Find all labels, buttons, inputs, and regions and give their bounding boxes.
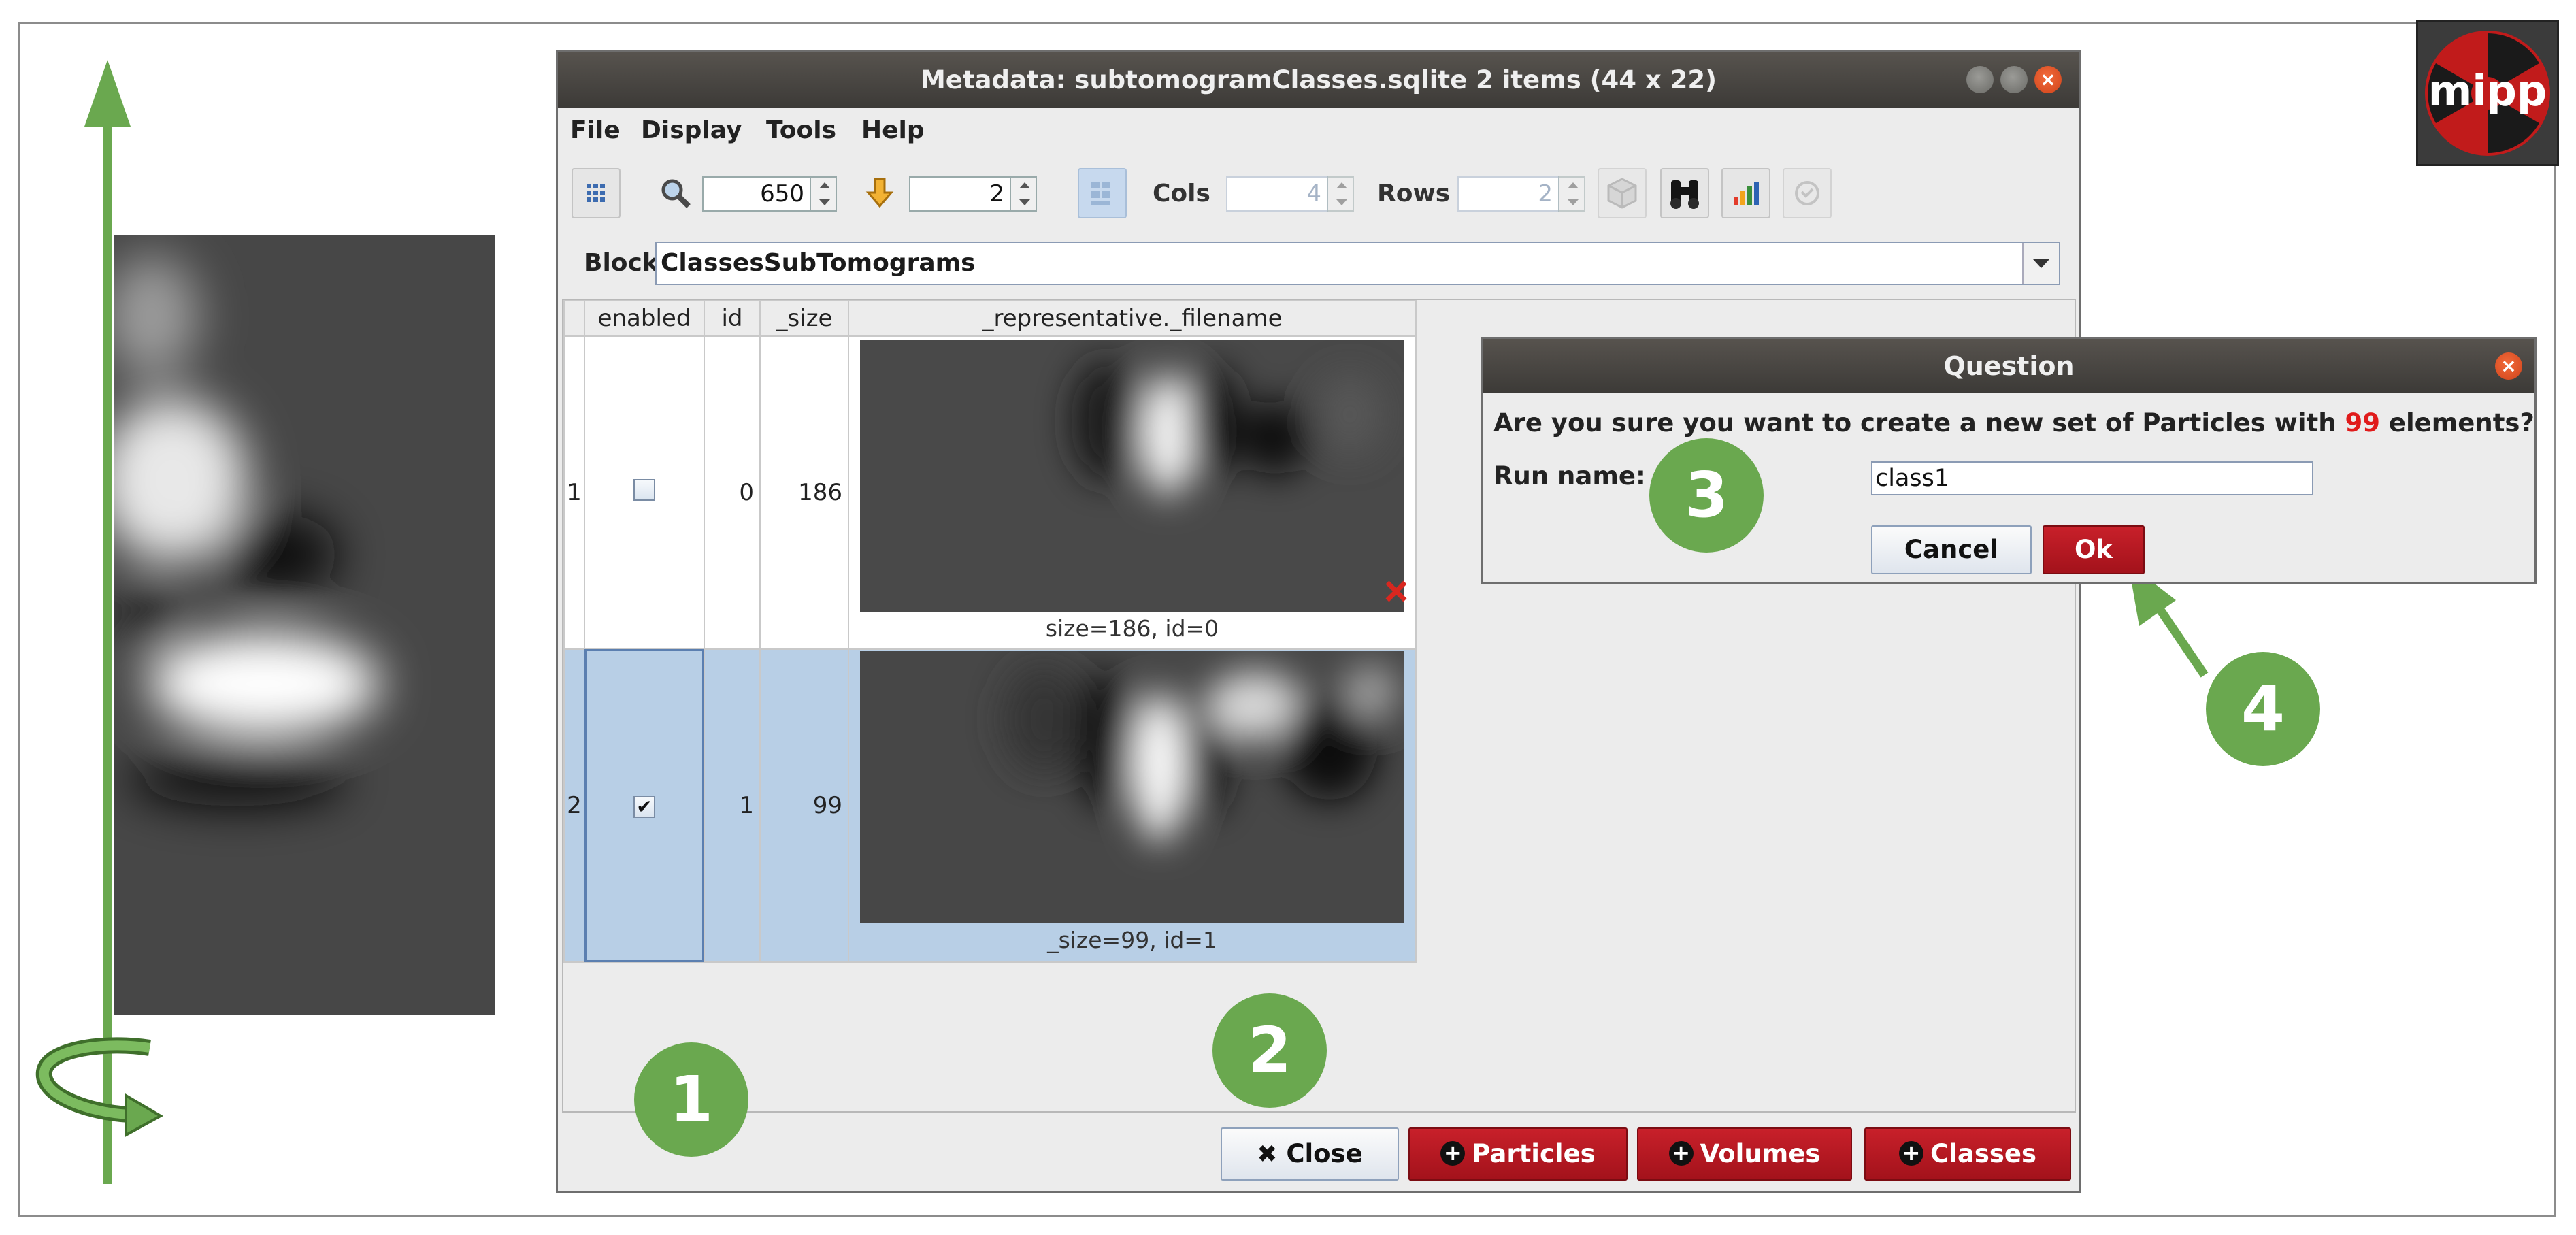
window-titlebar[interactable]: Metadata: subtomogramClasses.sqlite 2 it… (558, 52, 2079, 108)
question-dialog: Question × Are you sure you want to crea… (1481, 337, 2537, 584)
window-title: Metadata: subtomogramClasses.sqlite 2 it… (920, 65, 1717, 95)
particles-button[interactable]: + Particles (1408, 1127, 1628, 1181)
statistics-button[interactable] (1721, 168, 1770, 218)
menu-tools[interactable]: Tools (766, 108, 836, 153)
rows-label: Rows (1377, 180, 1451, 208)
menu-help[interactable]: Help (861, 108, 925, 153)
goto-icon (865, 178, 894, 208)
enabled-checkbox[interactable]: ✔ (633, 796, 655, 818)
mipp-logo: mipp (2416, 20, 2559, 166)
representative-cell[interactable]: size=186, id=0 (848, 335, 1417, 650)
projection-image (114, 235, 495, 1015)
table-header: enabled id _size _representative._filena… (563, 300, 1417, 337)
cube-icon (1607, 178, 1637, 209)
plus-icon: + (1899, 1140, 1924, 1166)
run-name-input[interactable]: class1 (1871, 461, 2313, 495)
row-number: 1 (563, 335, 585, 650)
size-cell: 186 (759, 335, 849, 650)
classes-button[interactable]: + Classes (1864, 1127, 2071, 1181)
thumbnail-caption: size=186, id=0 (1045, 615, 1219, 642)
refresh-button[interactable] (1783, 168, 1832, 218)
zoom-stepper[interactable] (810, 176, 837, 212)
3d-view-button[interactable] (1598, 168, 1647, 218)
close-x-icon: ✖ (1257, 1140, 1278, 1168)
question-count: 99 (2345, 408, 2380, 438)
thumbnail-caption: _size=99, id=1 (1047, 927, 1217, 953)
column-header-enabled[interactable]: enabled (584, 300, 705, 337)
menubar: File Display Tools Help (558, 108, 2079, 153)
enabled-cell[interactable]: ✔ (584, 648, 705, 963)
id-cell: 0 (704, 335, 761, 650)
table-row[interactable]: 1 0 186 size=186, id=0 (563, 335, 1417, 650)
step-badge-4: 4 (2206, 652, 2320, 766)
cols-label: Cols (1153, 180, 1210, 208)
question-suffix: elements? (2388, 408, 2534, 438)
run-name-label: Run name: (1493, 461, 1646, 491)
close-x-icon (1385, 580, 1407, 602)
find-button[interactable] (1660, 168, 1709, 218)
maximize-button[interactable] (2000, 66, 2028, 93)
goto-input[interactable]: 2 (909, 176, 1011, 212)
table-row-selected[interactable]: 2 ✔ 1 99 _size=99, id=1 (563, 648, 1417, 963)
goto-stepper[interactable] (1010, 176, 1037, 212)
step-badge-3: 3 (1649, 438, 1764, 553)
plus-icon: + (1440, 1140, 1466, 1166)
plus-icon: + (1668, 1140, 1694, 1166)
menu-display[interactable]: Display (641, 108, 742, 153)
chevron-down-icon[interactable] (2022, 243, 2059, 284)
cancel-button[interactable]: Cancel (1871, 525, 2032, 574)
question-prefix: Are you sure you want to create a new se… (1493, 408, 2336, 438)
row-number: 2 (563, 648, 585, 963)
cols-stepper[interactable] (1327, 176, 1354, 212)
close-button[interactable]: ✖ Close (1221, 1127, 1399, 1181)
representative-cell[interactable]: _size=99, id=1 (848, 648, 1417, 963)
rows-input[interactable]: 2 (1457, 176, 1559, 212)
column-header-size[interactable]: _size (759, 300, 849, 337)
zoom-icon (661, 179, 691, 208)
minimize-button[interactable] (1966, 66, 1994, 93)
toolbar: 650 2 Cols 4 Rows 2 (558, 153, 2079, 235)
block-selector-row: Block ClassesSubTomograms (558, 235, 2079, 296)
block-value: ClassesSubTomograms (661, 249, 976, 277)
columns-toggle-button[interactable] (1078, 168, 1127, 218)
enabled-checkbox[interactable] (633, 478, 655, 501)
logo-text: mipp (2428, 66, 2547, 116)
representative-thumbnail (860, 651, 1404, 923)
column-header-id[interactable]: id (704, 300, 761, 337)
ok-button[interactable]: Ok (2043, 525, 2145, 574)
block-label: Block (584, 249, 659, 277)
column-header-filename[interactable]: _representative._filename (848, 300, 1417, 337)
window-close-button[interactable]: × (2034, 66, 2062, 93)
size-cell: 99 (759, 648, 849, 963)
step-badge-2: 2 (1212, 993, 1327, 1108)
dialog-question: Are you sure you want to create a new se… (1493, 408, 2534, 438)
id-cell: 1 (704, 648, 761, 963)
enabled-cell[interactable] (584, 335, 705, 650)
binoculars-icon (1670, 180, 1699, 209)
volumes-button[interactable]: + Volumes (1637, 1127, 1852, 1181)
step-badge-1: 1 (634, 1042, 748, 1157)
cols-input[interactable]: 4 (1226, 176, 1328, 212)
grid-view-button[interactable] (572, 168, 621, 218)
metadata-table: enabled id _size _representative._filena… (563, 300, 1417, 963)
menu-file[interactable]: File (570, 108, 621, 153)
chart-icon (1734, 182, 1759, 205)
zoom-input[interactable]: 650 (702, 176, 811, 212)
corner-header (563, 300, 585, 337)
representative-thumbnail (860, 340, 1404, 612)
rows-stepper[interactable] (1558, 176, 1585, 212)
dialog-titlebar[interactable]: Question × (1483, 339, 2534, 393)
columns-icon (1091, 182, 1110, 205)
block-combobox[interactable]: ClassesSubTomograms (655, 242, 2060, 285)
grid-icon (587, 184, 605, 202)
refresh-icon (1795, 181, 1819, 205)
dialog-close-button[interactable]: × (2495, 352, 2522, 380)
dialog-title: Question (1943, 351, 2075, 381)
